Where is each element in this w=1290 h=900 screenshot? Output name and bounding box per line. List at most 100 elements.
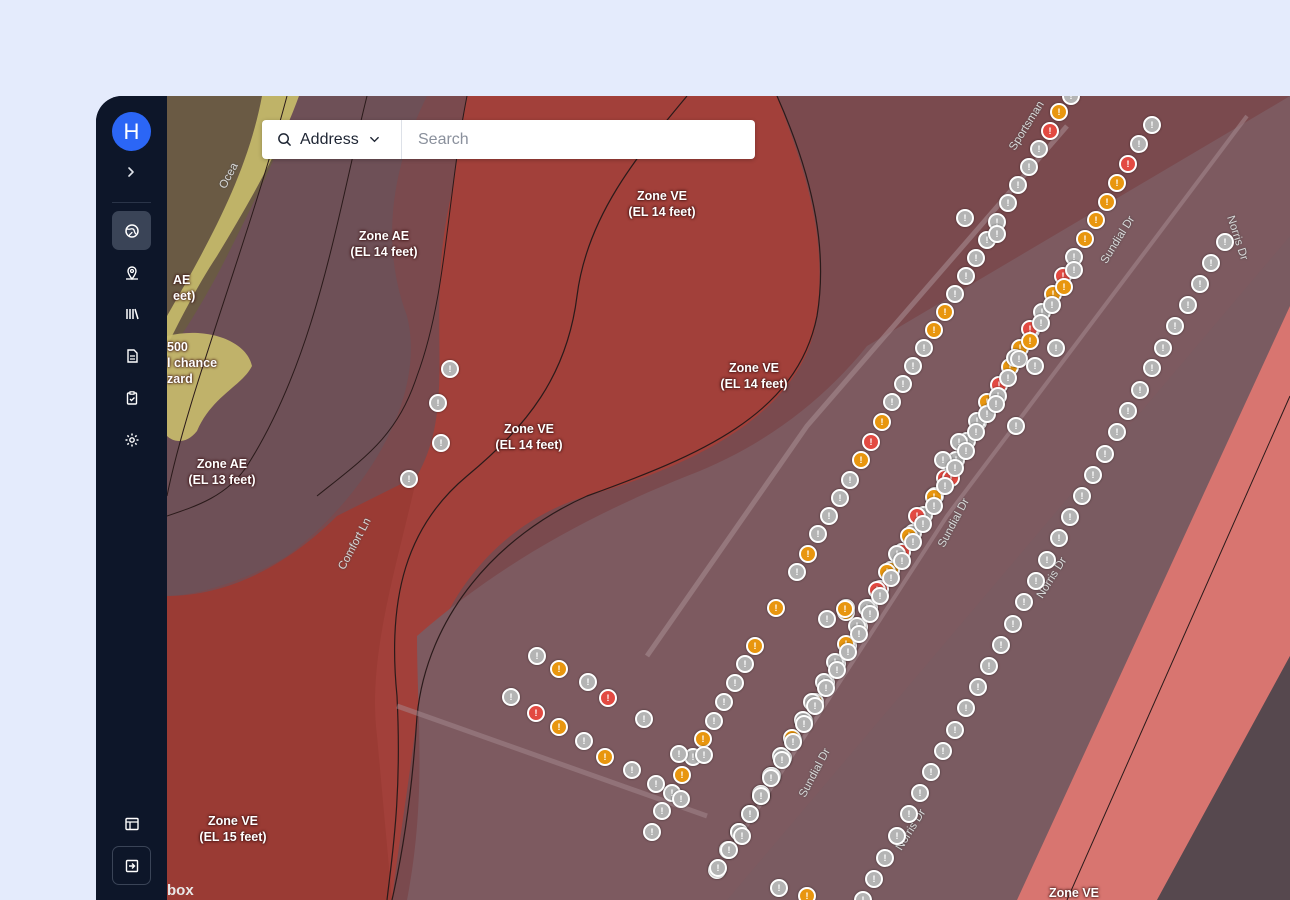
- property-marker-gray[interactable]: !: [715, 693, 733, 711]
- property-marker-orange[interactable]: !: [936, 303, 954, 321]
- property-marker-gray[interactable]: !: [709, 859, 727, 877]
- property-marker-gray[interactable]: !: [432, 434, 450, 452]
- property-marker-gray[interactable]: !: [888, 827, 906, 845]
- property-marker-orange[interactable]: !: [1087, 211, 1105, 229]
- property-marker-gray[interactable]: !: [893, 552, 911, 570]
- sidebar-item-tasks[interactable]: [112, 378, 151, 417]
- property-marker-gray[interactable]: !: [876, 849, 894, 867]
- property-marker-gray[interactable]: !: [1202, 254, 1220, 272]
- property-marker-gray[interactable]: !: [795, 715, 813, 733]
- property-marker-gray[interactable]: !: [936, 477, 954, 495]
- logout-button[interactable]: [112, 846, 151, 885]
- property-marker-gray[interactable]: !: [904, 533, 922, 551]
- property-marker-gray[interactable]: !: [1004, 615, 1022, 633]
- property-marker-gray[interactable]: !: [820, 507, 838, 525]
- property-marker-orange[interactable]: !: [1055, 278, 1073, 296]
- property-marker-gray[interactable]: !: [1047, 339, 1065, 357]
- sidebar-item-settings[interactable]: [112, 420, 151, 459]
- property-marker-gray[interactable]: !: [1043, 296, 1061, 314]
- property-marker-gray[interactable]: !: [1027, 572, 1045, 590]
- property-marker-gray[interactable]: !: [670, 745, 688, 763]
- property-marker-gray[interactable]: !: [957, 267, 975, 285]
- property-marker-gray[interactable]: !: [575, 732, 593, 750]
- property-marker-red[interactable]: !: [599, 689, 617, 707]
- property-marker-orange[interactable]: !: [1076, 230, 1094, 248]
- property-marker-gray[interactable]: !: [922, 763, 940, 781]
- property-marker-gray[interactable]: !: [1065, 261, 1083, 279]
- property-marker-gray[interactable]: !: [695, 746, 713, 764]
- property-marker-gray[interactable]: !: [946, 459, 964, 477]
- property-marker-gray[interactable]: !: [967, 249, 985, 267]
- property-marker-gray[interactable]: !: [809, 525, 827, 543]
- property-marker-gray[interactable]: !: [1009, 176, 1027, 194]
- property-marker-gray[interactable]: !: [894, 375, 912, 393]
- property-marker-gray[interactable]: !: [861, 605, 879, 623]
- property-marker-gray[interactable]: !: [865, 870, 883, 888]
- property-marker-gray[interactable]: !: [1007, 417, 1025, 435]
- property-marker-orange[interactable]: !: [746, 637, 764, 655]
- property-marker-gray[interactable]: !: [999, 369, 1017, 387]
- property-marker-gray[interactable]: !: [839, 643, 857, 661]
- property-marker-gray[interactable]: !: [1154, 339, 1172, 357]
- property-marker-gray[interactable]: !: [1191, 275, 1209, 293]
- property-marker-gray[interactable]: !: [672, 790, 690, 808]
- property-marker-orange[interactable]: !: [550, 660, 568, 678]
- property-marker-orange[interactable]: !: [1021, 332, 1039, 350]
- property-marker-gray[interactable]: !: [841, 471, 859, 489]
- property-marker-gray[interactable]: !: [635, 710, 653, 728]
- property-marker-gray[interactable]: !: [647, 775, 665, 793]
- property-marker-gray[interactable]: !: [720, 841, 738, 859]
- property-marker-gray[interactable]: !: [957, 442, 975, 460]
- property-marker-gray[interactable]: !: [770, 879, 788, 897]
- property-marker-orange[interactable]: !: [925, 321, 943, 339]
- property-marker-gray[interactable]: !: [1026, 357, 1044, 375]
- property-marker-gray[interactable]: !: [784, 733, 802, 751]
- property-marker-gray[interactable]: !: [969, 678, 987, 696]
- property-marker-gray[interactable]: !: [1020, 158, 1038, 176]
- property-marker-orange[interactable]: !: [1098, 193, 1116, 211]
- property-marker-gray[interactable]: !: [752, 787, 770, 805]
- search-type-select[interactable]: Address: [262, 120, 402, 159]
- property-marker-gray[interactable]: !: [957, 699, 975, 717]
- property-marker-gray[interactable]: !: [817, 679, 835, 697]
- property-marker-gray[interactable]: !: [914, 515, 932, 533]
- property-marker-gray[interactable]: !: [653, 802, 671, 820]
- property-marker-gray[interactable]: !: [967, 423, 985, 441]
- property-marker-gray[interactable]: !: [643, 823, 661, 841]
- property-marker-gray[interactable]: !: [946, 285, 964, 303]
- property-marker-gray[interactable]: !: [806, 697, 824, 715]
- property-marker-gray[interactable]: !: [1030, 140, 1048, 158]
- property-marker-gray[interactable]: !: [1015, 593, 1033, 611]
- property-marker-gray[interactable]: !: [623, 761, 641, 779]
- property-marker-gray[interactable]: !: [429, 394, 447, 412]
- property-marker-red[interactable]: !: [1119, 155, 1137, 173]
- property-marker-orange[interactable]: !: [836, 600, 854, 618]
- property-marker-gray[interactable]: !: [400, 470, 418, 488]
- property-marker-gray[interactable]: !: [915, 339, 933, 357]
- property-marker-gray[interactable]: !: [925, 497, 943, 515]
- property-marker-orange[interactable]: !: [798, 887, 816, 900]
- property-marker-orange[interactable]: !: [550, 718, 568, 736]
- property-marker-gray[interactable]: !: [1143, 116, 1161, 134]
- property-marker-gray[interactable]: !: [1038, 551, 1056, 569]
- property-marker-gray[interactable]: !: [1032, 314, 1050, 332]
- property-marker-gray[interactable]: !: [1073, 487, 1091, 505]
- property-marker-gray[interactable]: !: [904, 357, 922, 375]
- property-marker-gray[interactable]: !: [705, 712, 723, 730]
- property-marker-gray[interactable]: !: [1216, 233, 1234, 251]
- property-marker-gray[interactable]: !: [1119, 402, 1137, 420]
- property-marker-gray[interactable]: !: [528, 647, 546, 665]
- property-marker-gray[interactable]: !: [502, 688, 520, 706]
- avatar[interactable]: H: [112, 112, 151, 151]
- property-marker-gray[interactable]: !: [818, 610, 836, 628]
- property-marker-gray[interactable]: !: [1108, 423, 1126, 441]
- property-marker-gray[interactable]: !: [1143, 359, 1161, 377]
- expand-sidebar-button[interactable]: [121, 164, 141, 184]
- property-marker-orange[interactable]: !: [596, 748, 614, 766]
- property-marker-gray[interactable]: !: [871, 587, 889, 605]
- sidebar-item-locations[interactable]: [112, 253, 151, 292]
- property-marker-gray[interactable]: !: [1130, 135, 1148, 153]
- property-marker-gray[interactable]: !: [900, 805, 918, 823]
- property-marker-gray[interactable]: !: [726, 674, 744, 692]
- property-marker-gray[interactable]: !: [579, 673, 597, 691]
